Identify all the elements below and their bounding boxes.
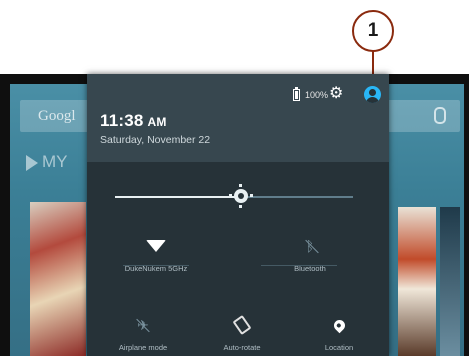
clock-time: 11:38 — [100, 111, 144, 130]
mic-icon[interactable] — [434, 107, 446, 124]
bluetooth-off-strike — [305, 239, 319, 254]
tile-auto-rotate-label: Auto-rotate — [223, 343, 261, 352]
quick-settings-panel: 100% ⚙ 11:38 AM Saturday, November 22 Duk… — [87, 74, 389, 356]
sun-ray — [250, 194, 254, 197]
tile-airplane-label: Airplane mode — [118, 343, 168, 352]
location-icon — [331, 317, 347, 333]
battery-percent: 100% — [305, 90, 329, 100]
quick-settings-header: 100% ⚙ 11:38 AM Saturday, November 22 — [87, 74, 389, 162]
play-my-label: MY — [42, 152, 68, 171]
gear-icon[interactable]: ⚙ — [329, 86, 343, 102]
rotate-icon — [232, 315, 252, 335]
tile-wifi-divider — [123, 265, 189, 266]
tile-bluetooth[interactable]: ᛒ Bluetooth — [260, 231, 360, 273]
movie-cover[interactable] — [30, 202, 86, 356]
brightness-fill — [115, 196, 242, 198]
play-icon — [26, 154, 38, 171]
user-icon-body — [366, 97, 379, 103]
sun-ray — [239, 184, 243, 187]
callout-number-text: 1 — [367, 20, 379, 41]
wifi-icon — [146, 240, 166, 252]
tile-auto-rotate[interactable]: Auto-rotate — [192, 310, 292, 352]
user-icon-head — [369, 89, 376, 96]
tile-location[interactable]: Location — [289, 310, 389, 352]
clock[interactable]: 11:38 AM — [100, 111, 167, 131]
tile-bluetooth-divider — [261, 265, 337, 266]
play-my-row[interactable]: MY — [26, 152, 68, 172]
tile-airplane[interactable]: ✈ Airplane mode — [93, 310, 193, 353]
airplane-off-strike — [136, 318, 150, 332]
brightness-thumb[interactable] — [229, 184, 254, 208]
battery-icon[interactable] — [293, 87, 300, 101]
callout-number: 1 — [352, 10, 394, 52]
clock-ampm: AM — [147, 115, 167, 129]
date-text[interactable]: Saturday, November 22 — [100, 134, 210, 146]
user-icon[interactable] — [364, 86, 381, 103]
book-cover[interactable] — [440, 207, 460, 356]
airplane-icon: ✈ — [136, 317, 150, 334]
magazine-cover[interactable] — [398, 207, 436, 356]
sun-ray — [229, 194, 233, 197]
google-logo: Googl — [38, 108, 76, 124]
tile-wifi[interactable]: DukeNukem 5GHz — [106, 231, 206, 273]
sun-ray — [239, 205, 243, 208]
bluetooth-icon: ᛒ — [305, 238, 319, 254]
tile-location-label: Location — [324, 343, 354, 352]
